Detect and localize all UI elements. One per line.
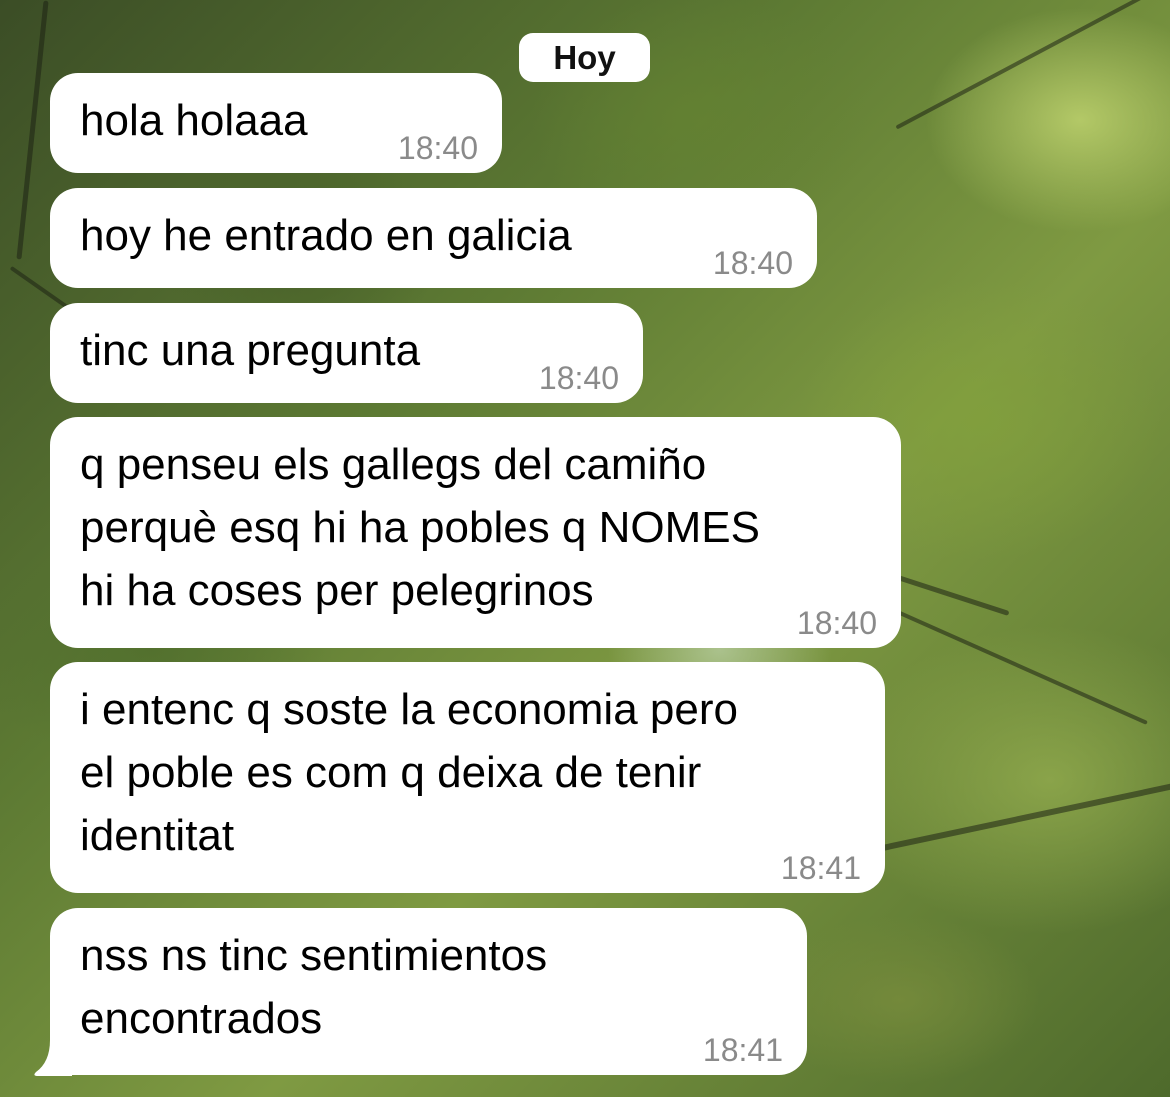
message-time: 18:40 [397,130,478,166]
message-bubble[interactable]: hoy he entrado en galicia 18:40 [50,188,817,288]
message-bubble[interactable]: q penseu els gallegs del camiño perquè e… [50,417,901,648]
message-bubble[interactable]: hola holaaa 18:40 [50,73,502,173]
message-text: q penseu els gallegs del camiño perquè e… [80,440,760,615]
chat-screen: Hoy hola holaaa 18:40 hoy he entrado en … [0,0,1170,1097]
bubble-tail-icon [34,1040,72,1076]
message-time: 18:40 [712,245,793,281]
message-bubble[interactable]: i entenc q soste la economia pero el pob… [50,662,885,893]
message-time: 18:40 [538,360,619,396]
message-time: 18:41 [780,850,861,886]
message-text: tinc una pregunta [80,326,421,375]
message-time: 18:41 [702,1032,783,1068]
date-separator: Hoy [519,33,650,82]
message-text: hoy he entrado en galicia [80,211,572,260]
message-time: 18:40 [796,605,877,641]
message-text: i entenc q soste la economia pero el pob… [80,685,738,860]
message-text: nss ns tinc sentimientos encontrados [80,931,548,1043]
message-bubble[interactable]: nss ns tinc sentimientos encontrados 18:… [50,908,807,1075]
message-bubble[interactable]: tinc una pregunta 18:40 [50,303,643,403]
